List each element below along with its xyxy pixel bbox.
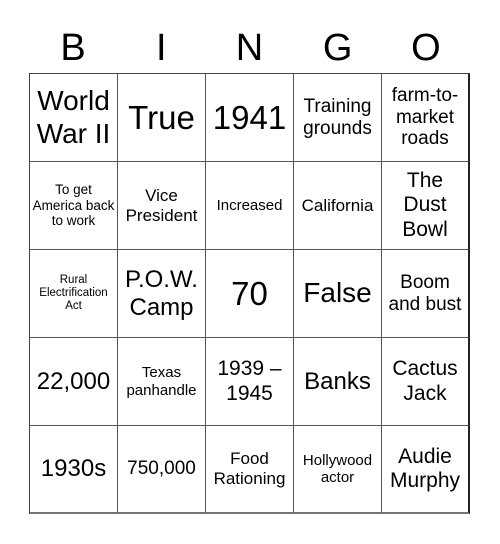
header-letter-g: G [322,27,353,69]
bingo-board: World War II True 1941 Training grounds … [29,73,470,514]
header-letter-i: I [156,27,167,69]
bingo-cell[interactable]: California [294,162,382,250]
bingo-cell[interactable]: Hollywood actor [294,426,382,514]
bingo-cell[interactable]: Training grounds [294,74,382,162]
bingo-cell[interactable]: Cactus Jack [382,338,470,426]
bingo-cell[interactable]: 750,000 [118,426,206,514]
bingo-cell[interactable]: Increased [206,162,294,250]
bingo-cell[interactable]: farm-to-market roads [382,74,470,162]
bingo-cell[interactable]: True [118,74,206,162]
bingo-cell[interactable]: Banks [294,338,382,426]
bingo-cell[interactable]: Rural Electrification Act [30,250,118,338]
bingo-cell[interactable]: False [294,250,382,338]
bingo-cell[interactable]: Food Rationing [206,426,294,514]
bingo-cell[interactable]: Audie Murphy [382,426,470,514]
header-letter-n: N [235,27,264,69]
bingo-cell[interactable]: 1941 [206,74,294,162]
bingo-cell[interactable]: The Dust Bowl [382,162,470,250]
bingo-cell[interactable]: To get America back to work [30,162,118,250]
bingo-cell[interactable]: P.O.W. Camp [118,250,206,338]
bingo-header: B I N G O [29,20,470,72]
bingo-cell[interactable]: 1939 – 1945 [206,338,294,426]
header-letter-o: O [411,27,441,69]
bingo-cell[interactable]: Texas panhandle [118,338,206,426]
bingo-cell[interactable]: World War II [30,74,118,162]
bingo-cell[interactable]: 1930s [30,426,118,514]
header-letter-b: B [60,27,86,69]
bingo-cell[interactable]: 70 [206,250,294,338]
bingo-cell[interactable]: Boom and bust [382,250,470,338]
bingo-cell[interactable]: 22,000 [30,338,118,426]
bingo-cell[interactable]: Vice President [118,162,206,250]
